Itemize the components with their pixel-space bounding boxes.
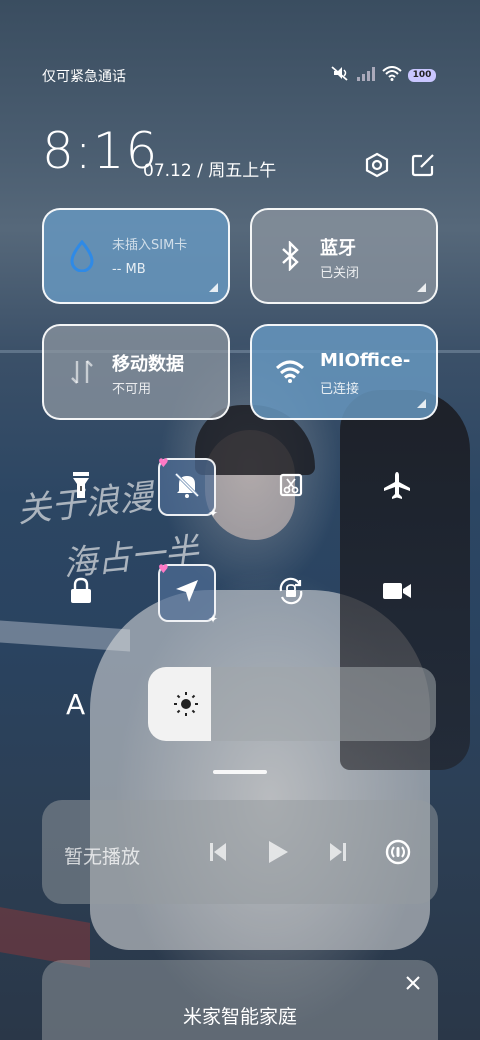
smart-home-title: 米家智能家庭	[182, 1006, 297, 1028]
wifi-title: MIOffice-	[320, 350, 411, 371]
wallpaper-rail-red	[0, 907, 90, 968]
water-drop-icon	[66, 240, 98, 272]
expand-corner-icon	[417, 283, 426, 292]
clock-date: 07.12 / 周五上午	[143, 161, 277, 181]
mobile-data-title: 移动数据	[112, 354, 184, 375]
edit-icon[interactable]	[408, 150, 438, 180]
auto-brightness-button[interactable]: A	[66, 688, 85, 721]
clock-time: 8:16	[42, 122, 159, 180]
lock-icon	[69, 577, 93, 609]
wifi-icon	[382, 65, 402, 85]
video-camera-toggle[interactable]	[368, 564, 426, 622]
bluetooth-title: 蓝牙	[320, 238, 356, 259]
bluetooth-icon	[274, 240, 306, 272]
sun-icon	[172, 690, 200, 718]
settings-icon[interactable]	[362, 150, 392, 180]
carrier-text: 仅可紧急通话	[42, 69, 126, 85]
play-icon[interactable]	[262, 836, 294, 868]
mute-icon	[330, 65, 350, 85]
airplane-toggle[interactable]	[368, 458, 426, 516]
cast-icon[interactable]	[382, 836, 414, 868]
data-usage-title: 未插入SIM卡	[112, 238, 188, 253]
location-toggle[interactable]: ♥ ✦	[158, 562, 218, 626]
bow-sparkle-icon: ✦	[207, 612, 218, 626]
mobile-data-tile[interactable]: 移动数据 不可用	[42, 324, 230, 420]
wifi-tile[interactable]: MIOffice- 已连接	[250, 324, 438, 420]
wifi-icon	[274, 356, 306, 388]
lock-toggle[interactable]	[52, 564, 110, 622]
media-player-card: 暂无播放	[42, 800, 438, 904]
smart-home-card[interactable]: 米家智能家庭	[42, 960, 438, 1040]
video-camera-icon	[382, 580, 412, 606]
next-icon[interactable]	[322, 836, 354, 868]
data-usage-value: -- MB	[112, 262, 146, 277]
heart-sparkle-icon: ♥	[158, 562, 169, 576]
bluetooth-status: 已关闭	[320, 266, 360, 281]
mute-bell-icon	[173, 471, 201, 503]
data-arrows-icon	[66, 356, 98, 388]
bluetooth-tile[interactable]: 蓝牙 已关闭	[250, 208, 438, 304]
status-bar: 仅可紧急通话 100	[0, 62, 480, 90]
drag-handle[interactable]	[213, 770, 267, 774]
flashlight-toggle[interactable]	[52, 458, 110, 516]
battery-icon: 100	[408, 68, 436, 82]
screenshot-icon	[278, 472, 304, 502]
wifi-status: 已连接	[320, 382, 360, 397]
mute-toggle[interactable]: ♥ ✦	[158, 456, 218, 520]
previous-icon[interactable]	[202, 836, 234, 868]
data-usage-tile[interactable]: 未插入SIM卡 -- MB	[42, 208, 230, 304]
heart-sparkle-icon: ♥	[158, 456, 169, 470]
rotation-lock-icon	[276, 576, 306, 610]
rotation-lock-toggle[interactable]	[262, 564, 320, 622]
brightness-slider[interactable]	[148, 667, 436, 741]
mobile-data-status: 不可用	[112, 382, 152, 397]
status-icons: 100	[330, 65, 436, 85]
flashlight-icon	[70, 470, 92, 504]
expand-corner-icon	[209, 283, 218, 292]
bow-sparkle-icon: ✦	[207, 506, 218, 520]
screenshot-toggle[interactable]	[262, 458, 320, 516]
expand-corner-icon	[417, 399, 426, 408]
airplane-icon	[382, 470, 412, 504]
signal-icon	[356, 66, 376, 85]
location-icon	[173, 577, 201, 609]
close-icon[interactable]	[402, 972, 424, 994]
media-status-label: 暂无播放	[64, 846, 141, 868]
